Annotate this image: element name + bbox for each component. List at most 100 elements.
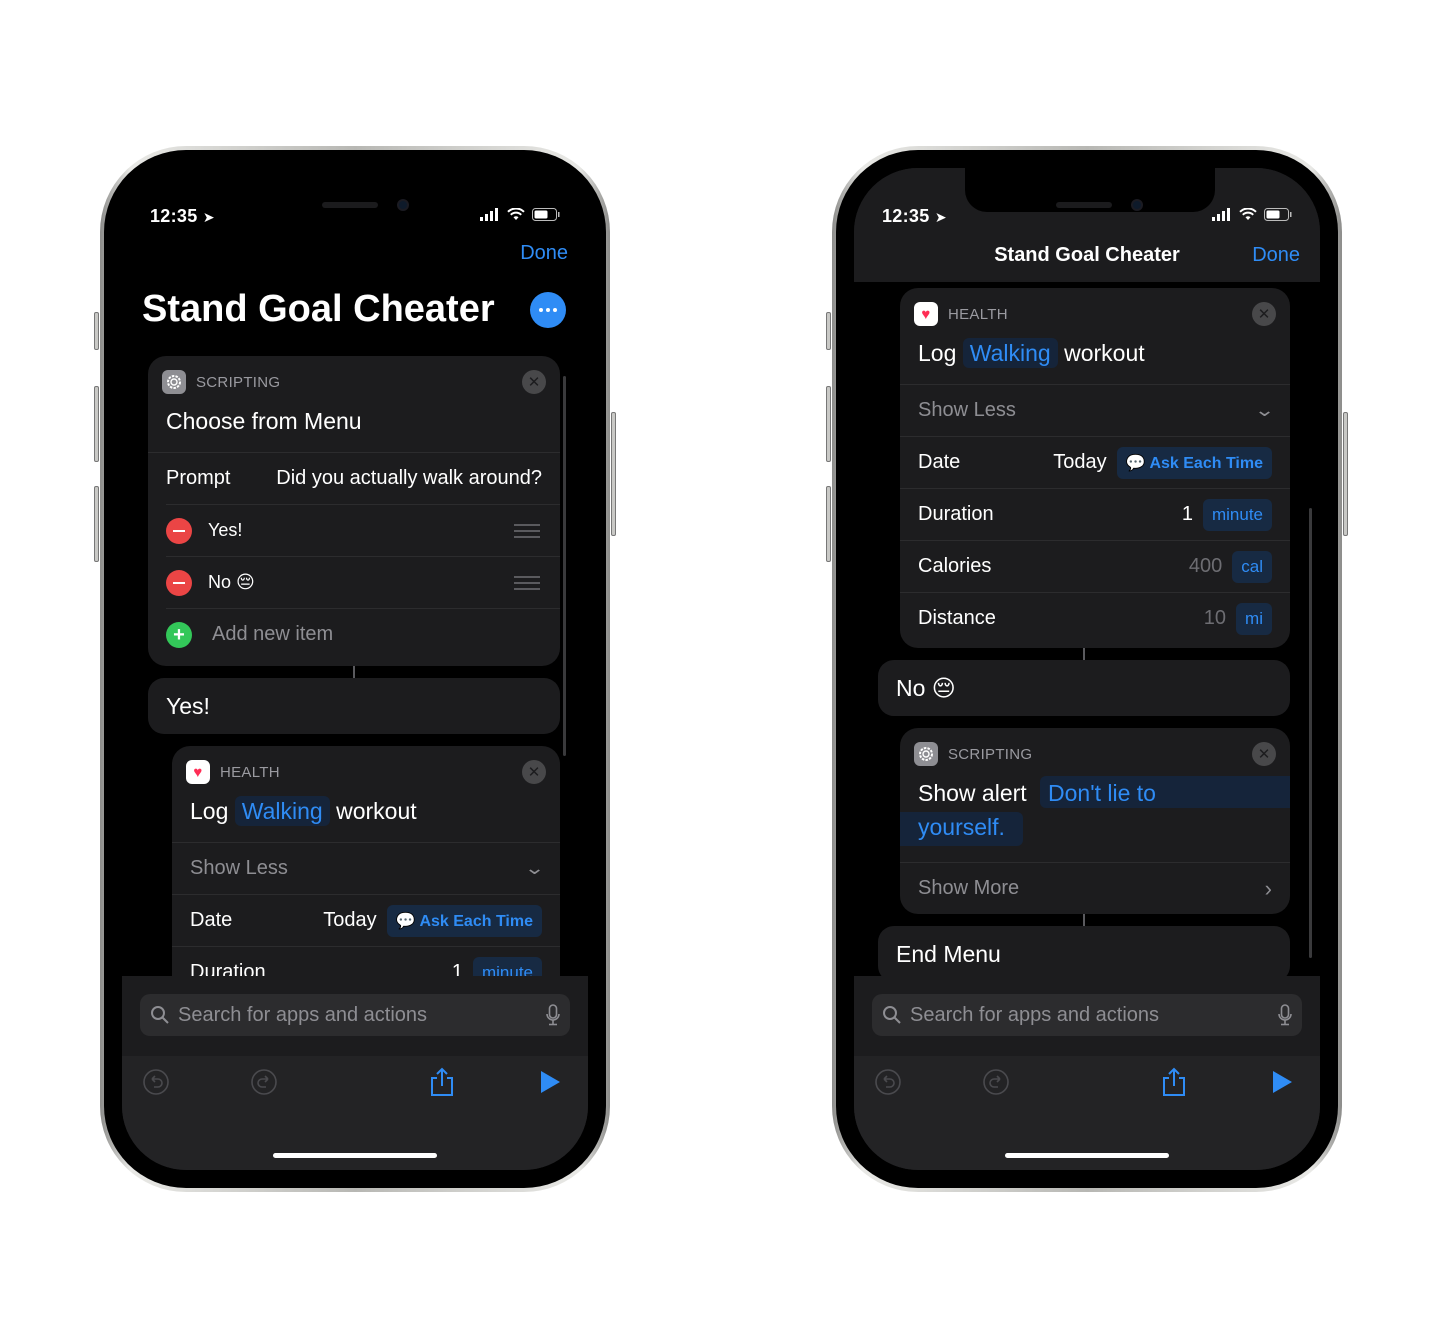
microphone-icon[interactable] bbox=[546, 1004, 560, 1026]
share-button[interactable] bbox=[1160, 1067, 1188, 1096]
remove-action-button[interactable]: ✕ bbox=[1252, 742, 1276, 766]
screen: 12:35 ➤ Done Stand Goal Cheater SCRIPTIN… bbox=[122, 168, 588, 1170]
title-suffix: workout bbox=[1064, 340, 1145, 366]
done-button[interactable]: Done bbox=[520, 242, 568, 265]
action-title: Log Walking workout bbox=[918, 338, 1145, 368]
show-less-row[interactable]: Show Less ⌄ bbox=[900, 384, 1290, 436]
end-menu-block[interactable]: End Menu bbox=[878, 926, 1290, 982]
ask-each-time-token[interactable]: 💬 Ask Each Time bbox=[386, 904, 542, 937]
action-tray: Search for apps and actions bbox=[854, 976, 1320, 1170]
search-icon bbox=[151, 1006, 169, 1024]
volume-down-button bbox=[94, 486, 99, 562]
calories-value[interactable]: 400 bbox=[1189, 555, 1222, 578]
prompt-value[interactable]: Did you actually walk around? bbox=[276, 467, 542, 490]
workout-type-token[interactable]: Walking bbox=[234, 796, 330, 826]
date-label: Date bbox=[190, 909, 233, 931]
action-title: Log Walking workout bbox=[190, 796, 417, 826]
date-value[interactable]: Today bbox=[323, 909, 376, 932]
date-value[interactable]: Today bbox=[1053, 451, 1106, 474]
add-item-label: Add new item bbox=[212, 623, 334, 645]
search-placeholder: Search for apps and actions bbox=[910, 1003, 1160, 1026]
calories-unit[interactable]: cal bbox=[1232, 550, 1272, 583]
run-button[interactable] bbox=[536, 1068, 564, 1096]
undo-icon bbox=[143, 1069, 169, 1095]
distance-value[interactable]: 10 bbox=[1204, 607, 1226, 630]
duration-row[interactable]: Duration 1 minute bbox=[900, 488, 1290, 540]
alert-message-line2[interactable]: yourself. bbox=[900, 812, 1023, 846]
menu-case-no[interactable]: No 😔 bbox=[878, 660, 1290, 716]
add-item-row[interactable]: + Add new item bbox=[166, 608, 560, 660]
undo-icon bbox=[875, 1069, 901, 1095]
duration-unit[interactable]: minute bbox=[1202, 498, 1272, 531]
silent-switch bbox=[94, 312, 99, 350]
signal-icon bbox=[480, 208, 498, 221]
share-icon bbox=[1163, 1067, 1185, 1096]
show-less-label: Show Less bbox=[918, 399, 1016, 421]
nav-title: Stand Goal Cheater bbox=[994, 244, 1180, 266]
microphone-icon[interactable] bbox=[1278, 1004, 1292, 1026]
scripting-gear-icon bbox=[914, 742, 938, 766]
distance-unit[interactable]: mi bbox=[1236, 602, 1272, 635]
health-heart-icon: ♥ bbox=[914, 302, 938, 326]
status-time: 12:35 ➤ bbox=[150, 206, 215, 226]
menu-item[interactable]: Yes! bbox=[166, 504, 560, 556]
ellipsis-icon bbox=[539, 308, 557, 312]
remove-action-button[interactable]: ✕ bbox=[522, 760, 546, 784]
flow-connector bbox=[1083, 648, 1085, 660]
category-label: HEALTH bbox=[948, 305, 1008, 323]
show-less-row[interactable]: Show Less ⌄ bbox=[172, 842, 560, 894]
show-alert-card: SCRIPTING ✕ Show alert Don't lie to your… bbox=[900, 728, 1290, 914]
calories-row[interactable]: Calories 400 cal bbox=[900, 540, 1290, 592]
search-placeholder: Search for apps and actions bbox=[178, 1003, 428, 1026]
phone-left: 12:35 ➤ Done Stand Goal Cheater SCRIPTIN… bbox=[94, 146, 616, 1192]
ask-each-time-token[interactable]: 💬 Ask Each Time bbox=[1116, 446, 1272, 479]
home-indicator[interactable] bbox=[1005, 1153, 1169, 1158]
home-indicator[interactable] bbox=[273, 1153, 437, 1158]
duration-label: Duration bbox=[918, 503, 994, 525]
category-label: SCRIPTING bbox=[196, 373, 281, 391]
duration-value[interactable]: 1 bbox=[1182, 503, 1193, 526]
search-input[interactable]: Search for apps and actions bbox=[872, 994, 1302, 1036]
health-heart-icon: ♥ bbox=[186, 760, 210, 784]
prompt-row[interactable]: Prompt Did you actually walk around? bbox=[148, 452, 560, 504]
remove-item-button[interactable] bbox=[166, 569, 192, 596]
done-button[interactable]: Done bbox=[1252, 244, 1300, 267]
scrollbar[interactable] bbox=[563, 376, 566, 756]
power-button bbox=[611, 412, 616, 536]
menu-case-yes[interactable]: Yes! bbox=[148, 678, 560, 734]
drag-handle-icon[interactable] bbox=[514, 523, 540, 538]
page-title: Stand Goal Cheater bbox=[142, 288, 495, 330]
add-item-button[interactable]: + bbox=[166, 621, 192, 648]
search-input[interactable]: Search for apps and actions bbox=[140, 994, 570, 1036]
menu-item[interactable]: No 😔 bbox=[166, 556, 560, 608]
undo-button[interactable] bbox=[142, 1068, 170, 1096]
remove-action-button[interactable]: ✕ bbox=[1252, 302, 1276, 326]
screen: 12:35 ➤ Stand Goal Cheater Done ♥ HEALTH… bbox=[854, 168, 1320, 1170]
menu-item-label[interactable]: No 😔 bbox=[208, 572, 255, 593]
scrollbar[interactable] bbox=[1309, 508, 1312, 958]
remove-action-button[interactable]: ✕ bbox=[522, 370, 546, 394]
date-row[interactable]: Date Today 💬 Ask Each Time bbox=[172, 894, 560, 946]
drag-handle-icon[interactable] bbox=[514, 575, 540, 590]
distance-row[interactable]: Distance 10 mi bbox=[900, 592, 1290, 644]
remove-item-button[interactable] bbox=[166, 517, 192, 544]
title-prefix: Log bbox=[190, 798, 229, 824]
action-title: Choose from Menu bbox=[166, 408, 362, 434]
show-less-label: Show Less bbox=[190, 857, 288, 879]
share-button[interactable] bbox=[428, 1067, 456, 1096]
redo-button[interactable] bbox=[250, 1068, 278, 1096]
speech-bubble-icon: 💬 bbox=[1125, 454, 1146, 472]
undo-button[interactable] bbox=[874, 1068, 902, 1096]
workout-type-token[interactable]: Walking bbox=[962, 338, 1058, 368]
redo-button[interactable] bbox=[982, 1068, 1010, 1096]
plus-icon: + bbox=[173, 623, 185, 646]
run-button[interactable] bbox=[1268, 1068, 1296, 1096]
chevron-right-icon: › bbox=[1264, 875, 1272, 901]
date-row[interactable]: Date Today 💬 Ask Each Time bbox=[900, 436, 1290, 488]
alert-message-line1[interactable]: Don't lie to bbox=[1048, 780, 1156, 807]
close-icon: ✕ bbox=[1257, 746, 1271, 763]
wifi-icon bbox=[507, 208, 525, 220]
more-button[interactable] bbox=[530, 292, 566, 328]
show-more-row[interactable]: Show More › bbox=[900, 862, 1290, 914]
menu-item-label[interactable]: Yes! bbox=[208, 520, 242, 541]
